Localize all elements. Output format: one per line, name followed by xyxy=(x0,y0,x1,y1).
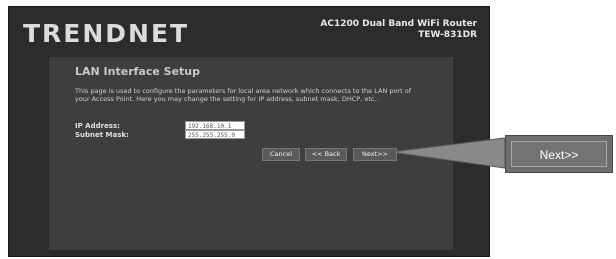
next-callout-box: Next>> xyxy=(505,135,613,173)
next-callout-label: Next>> xyxy=(511,141,607,167)
callout-pointer xyxy=(390,137,506,169)
